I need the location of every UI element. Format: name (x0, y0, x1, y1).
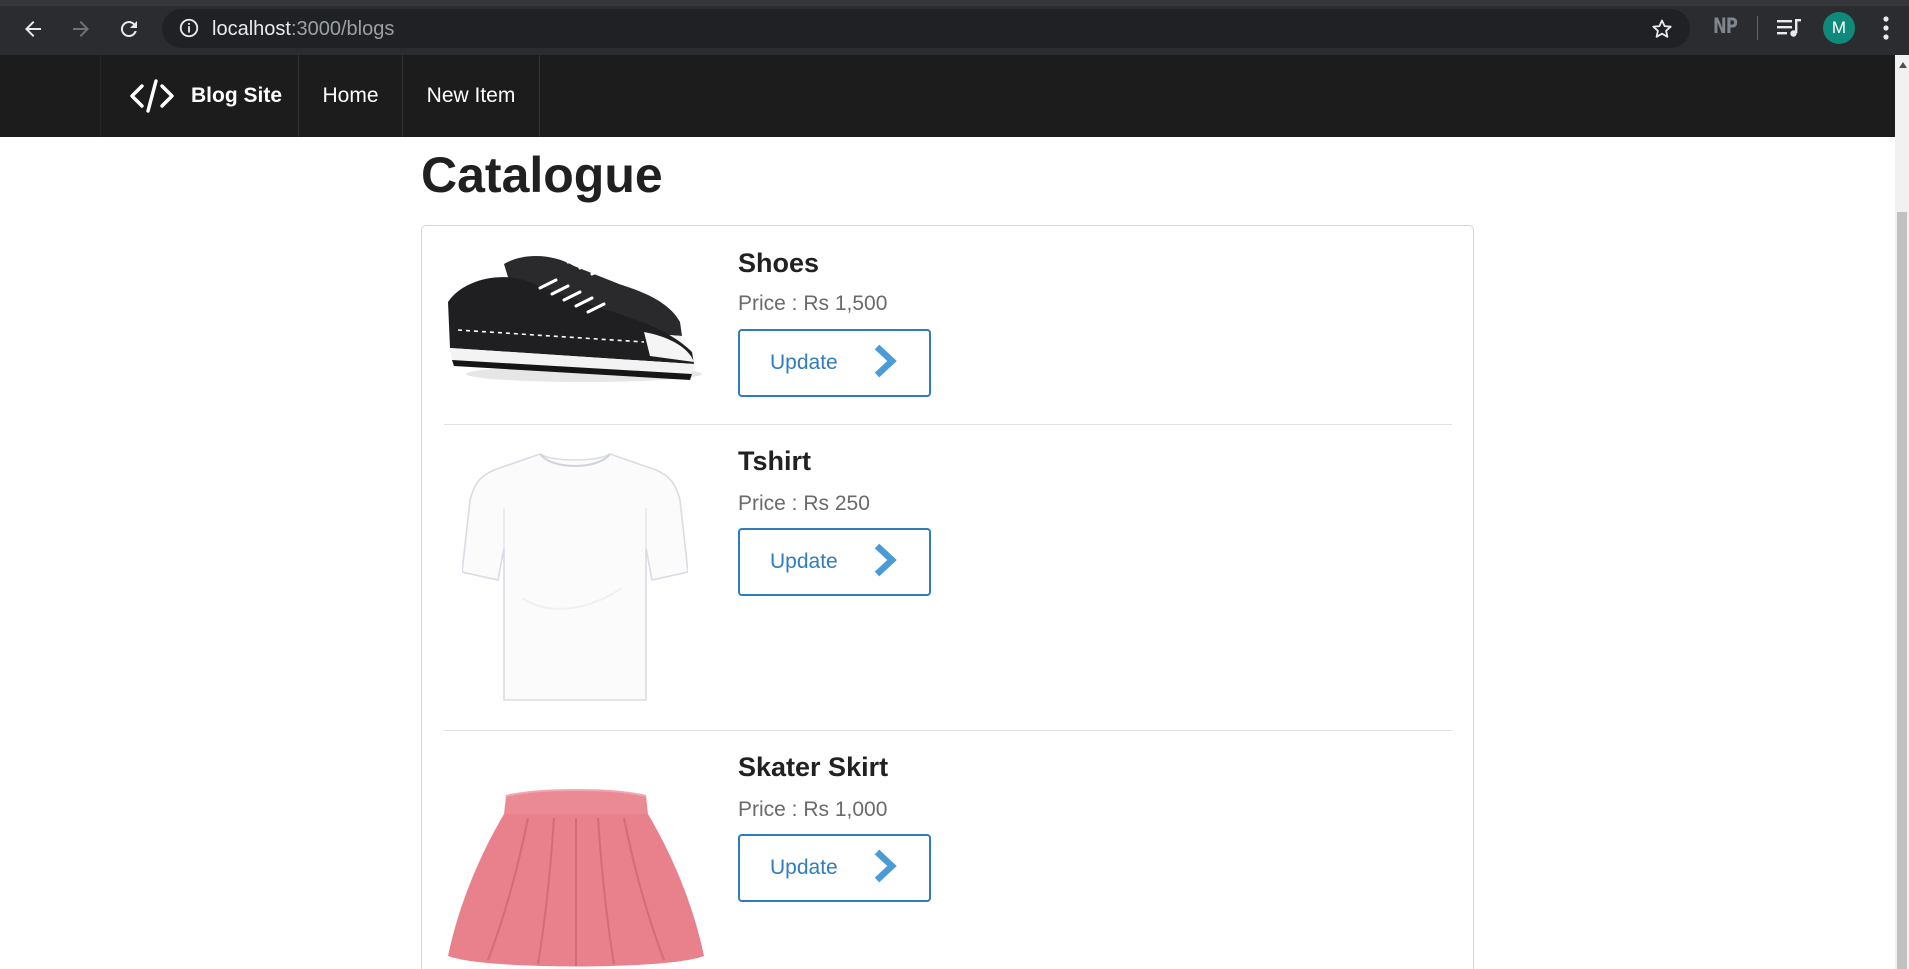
reload-button[interactable] (112, 12, 146, 46)
site-info-icon[interactable] (178, 17, 200, 39)
browser-toolbar: localhost:3000/blogs NP M (0, 0, 1909, 55)
page-title: Catalogue (421, 147, 663, 203)
back-button[interactable] (16, 12, 50, 46)
update-button[interactable]: Update (738, 329, 931, 397)
item-divider (444, 730, 1452, 731)
item-name: Shoes (738, 248, 820, 278)
update-button-label: Update (770, 550, 838, 573)
code-icon (130, 79, 174, 113)
forward-button[interactable] (64, 12, 98, 46)
brand-link[interactable]: Blog Site (100, 55, 298, 137)
item-divider (444, 424, 1452, 425)
forward-arrow-icon (73, 21, 89, 37)
update-button-label: Update (770, 856, 838, 879)
back-arrow-icon (25, 21, 41, 37)
brand-name: Blog Site (191, 84, 283, 107)
sneaker-image (448, 254, 702, 382)
update-button[interactable]: Update (738, 834, 931, 902)
item-price: Price : Rs 250 (738, 492, 870, 515)
skirt-image (448, 789, 704, 967)
nav-link-home[interactable]: Home (298, 55, 402, 137)
profile-avatar[interactable]: M (1823, 12, 1855, 44)
item-price: Price : Rs 1,500 (738, 292, 888, 315)
media-queue-icon[interactable] (1776, 16, 1802, 40)
address-bar[interactable]: localhost:3000/blogs (162, 9, 1690, 48)
url-host: localhost (212, 18, 291, 40)
url-path: :3000/blogs (290, 18, 395, 40)
chevron-right-icon (874, 344, 897, 378)
update-button[interactable]: Update (738, 528, 931, 596)
chevron-right-icon (874, 543, 897, 577)
scroll-up-arrow-icon[interactable] (1899, 62, 1907, 68)
tab-strip (0, 0, 1909, 6)
url-text[interactable]: localhost:3000/blogs (212, 18, 394, 41)
update-button-label: Update (770, 351, 838, 374)
reload-icon (120, 21, 137, 38)
site-navbar: Blog Site Home New Item (0, 55, 1895, 137)
browser-menu-icon[interactable] (1876, 14, 1896, 42)
item-name: Skater Skirt (738, 752, 889, 782)
item-name: Tshirt (738, 446, 811, 476)
chevron-right-icon (874, 849, 897, 883)
bookmark-star-icon[interactable] (1650, 17, 1674, 41)
scrollbar-thumb[interactable] (1897, 212, 1907, 969)
extension-np[interactable]: NP (1713, 14, 1738, 38)
item-price: Price : Rs 1,000 (738, 798, 888, 821)
nav-link-new-item[interactable]: New Item (402, 55, 540, 137)
toolbar-divider (1757, 16, 1758, 40)
tshirt-image (462, 453, 688, 701)
